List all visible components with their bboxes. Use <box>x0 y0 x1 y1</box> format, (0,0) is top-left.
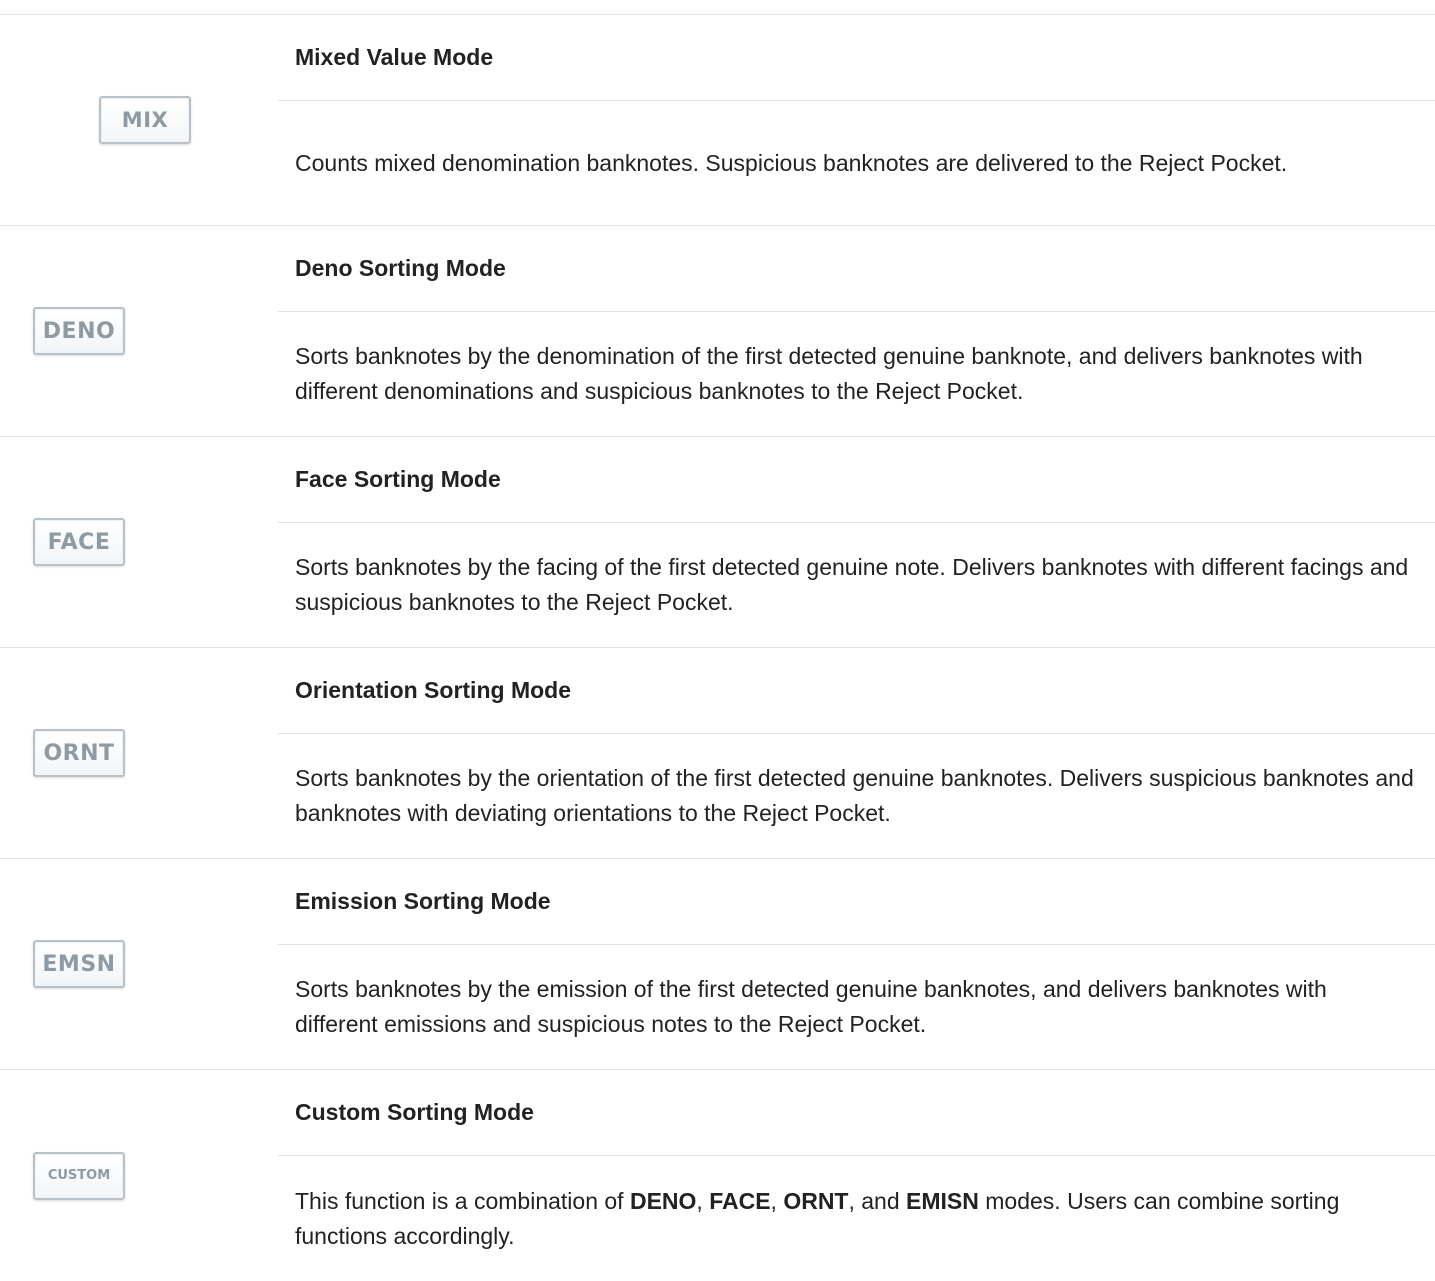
mode-description: Sorts banknotes by the emission of the f… <box>278 945 1435 1069</box>
mode-title: Mixed Value Mode <box>278 15 1435 101</box>
modes-table: MIX Mixed Value Mode Counts mixed denomi… <box>0 14 1435 1281</box>
mode-title: Emission Sorting Mode <box>278 859 1435 945</box>
icon-cell: MIX <box>0 15 278 225</box>
icon-cell: ORNT <box>0 648 278 858</box>
description-keyword: FACE <box>709 1187 771 1214</box>
custom-mode-icon: CUSTOM <box>33 1151 125 1200</box>
mode-row-mix: MIX Mixed Value Mode Counts mixed denomi… <box>0 15 1435 226</box>
text-cell: Emission Sorting Mode Sorts banknotes by… <box>278 859 1435 1069</box>
text-cell: Orientation Sorting Mode Sorts banknotes… <box>278 648 1435 858</box>
mode-row-custom: CUSTOM Custom Sorting Mode This function… <box>0 1070 1435 1281</box>
mode-description: Counts mixed denomination banknotes. Sus… <box>278 101 1435 225</box>
mode-title: Deno Sorting Mode <box>278 226 1435 312</box>
mix-mode-icon: MIX <box>99 96 191 144</box>
text-cell: Mixed Value Mode Counts mixed denominati… <box>278 15 1435 225</box>
deno-mode-icon: DENO <box>33 307 125 355</box>
description-text: Sorts banknotes by the orientation of th… <box>295 765 1414 826</box>
description-keyword: EMISN <box>906 1187 979 1214</box>
icon-cell: CUSTOM <box>0 1070 278 1281</box>
mode-row-emsn: EMSN Emission Sorting Mode Sorts banknot… <box>0 859 1435 1070</box>
mode-description: Sorts banknotes by the facing of the fir… <box>278 523 1435 647</box>
mode-description: Sorts banknotes by the orientation of th… <box>278 734 1435 858</box>
description-keyword: DENO <box>629 1187 697 1214</box>
emsn-mode-icon: EMSN <box>33 940 125 988</box>
mode-title: Orientation Sorting Mode <box>278 648 1435 734</box>
text-cell: Face Sorting Mode Sorts banknotes by the… <box>278 437 1435 647</box>
mode-row-ornt: ORNT Orientation Sorting Mode Sorts bank… <box>0 648 1435 859</box>
mode-title: Custom Sorting Mode <box>278 1070 1435 1156</box>
description-text: Counts mixed denomination banknotes. Sus… <box>295 149 1288 176</box>
mode-description: Sorts banknotes by the denomination of t… <box>278 312 1435 436</box>
text-cell: Deno Sorting Mode Sorts banknotes by the… <box>278 226 1435 436</box>
description-text: Sorts banknotes by the facing of the fir… <box>295 554 1409 615</box>
mode-row-deno: DENO Deno Sorting Mode Sorts banknotes b… <box>0 226 1435 437</box>
description-segment: , <box>770 1187 784 1214</box>
description-text: Sorts banknotes by the emission of the f… <box>295 976 1327 1037</box>
description-text: Sorts banknotes by the denomination of t… <box>295 343 1363 404</box>
mode-row-face: FACE Face Sorting Mode Sorts banknotes b… <box>0 437 1435 648</box>
description-segment: This function is a combination of <box>295 1187 630 1214</box>
description-segment: , and <box>848 1187 907 1214</box>
mode-title: Face Sorting Mode <box>278 437 1435 523</box>
icon-cell: FACE <box>0 437 278 647</box>
icon-cell: DENO <box>0 226 278 436</box>
icon-cell: EMSN <box>0 859 278 1069</box>
text-cell: Custom Sorting Mode This function is a c… <box>278 1070 1435 1281</box>
face-mode-icon: FACE <box>33 518 125 566</box>
description-keyword: ORNT <box>783 1187 849 1214</box>
description-segment: , <box>696 1187 710 1214</box>
description-text: This function is a combination of DENO , … <box>295 1184 1415 1254</box>
mode-description: This function is a combination of DENO , … <box>278 1156 1435 1281</box>
ornt-mode-icon: ORNT <box>33 729 125 777</box>
